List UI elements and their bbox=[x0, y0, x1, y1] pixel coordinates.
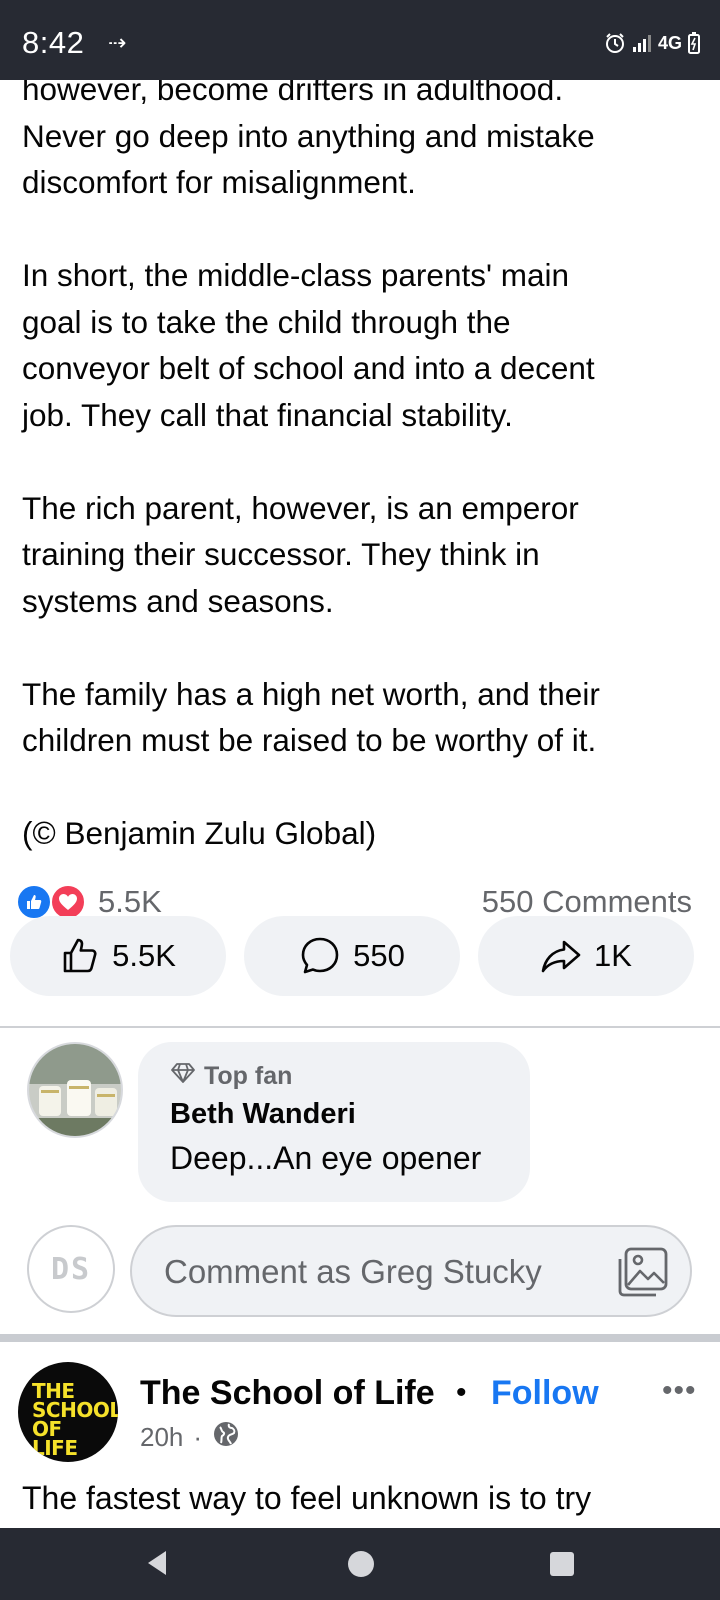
divider bbox=[0, 1026, 720, 1028]
comment-bubble-icon bbox=[299, 935, 341, 977]
more-options-icon[interactable]: ••• bbox=[662, 1374, 697, 1408]
comment-author[interactable]: Beth Wanderi bbox=[170, 1098, 356, 1131]
avatar-initials: DS bbox=[50, 1251, 92, 1287]
system-nav-bar bbox=[0, 1528, 720, 1600]
next-post-text: The fastest way to feel unknown is to tr… bbox=[22, 1480, 592, 1516]
like-reaction-icon bbox=[16, 884, 52, 920]
current-user-avatar[interactable]: DS bbox=[27, 1225, 115, 1313]
post-paragraph: In short, the middle-class parents' main… bbox=[22, 257, 595, 433]
like-button[interactable]: 5.5K bbox=[10, 916, 226, 996]
comment-button[interactable]: 550 bbox=[244, 916, 460, 996]
commenter-avatar[interactable] bbox=[27, 1042, 123, 1138]
post-body: however, become drifters in adulthood. N… bbox=[22, 66, 702, 857]
status-icons: 4G bbox=[604, 32, 700, 54]
home-icon[interactable] bbox=[348, 1551, 374, 1577]
post-time[interactable]: 20h bbox=[140, 1422, 183, 1453]
love-reaction-icon bbox=[50, 884, 86, 920]
network-type: 4G bbox=[657, 32, 682, 53]
share-button[interactable]: 1K bbox=[478, 916, 694, 996]
globe-icon bbox=[212, 1420, 240, 1455]
page-logo-text: THE SCHOOL OF LIFE bbox=[32, 1379, 118, 1460]
photo-icon[interactable] bbox=[616, 1245, 672, 1304]
post-credit: (© Benjamin Zulu Global) bbox=[22, 815, 377, 851]
name-separator: • bbox=[456, 1376, 467, 1409]
share-arrow-icon bbox=[540, 936, 582, 976]
thumbs-up-icon bbox=[60, 936, 100, 976]
post-paragraph: The family has a high net worth, and the… bbox=[22, 675, 600, 759]
status-bar: 8:42 ⇢ 4G bbox=[0, 0, 720, 80]
missed-call-icon: ⇢ bbox=[108, 30, 127, 55]
follow-button[interactable]: Follow bbox=[491, 1374, 599, 1413]
status-time: 8:42 bbox=[22, 25, 85, 60]
comment-bubble[interactable]: Top fan Beth Wanderi Deep...An eye opene… bbox=[138, 1042, 530, 1202]
post-meta: 20h · bbox=[140, 1420, 240, 1455]
share-count: 1K bbox=[594, 938, 632, 973]
like-count: 5.5K bbox=[112, 938, 176, 973]
comment-count: 550 bbox=[353, 938, 405, 973]
alarm-icon bbox=[604, 32, 626, 54]
page-name[interactable]: The School of Life bbox=[140, 1374, 435, 1413]
reaction-icons[interactable] bbox=[16, 884, 92, 920]
signal-icon bbox=[632, 33, 652, 53]
diamond-icon bbox=[170, 1062, 196, 1091]
post-paragraph: however, become drifters in adulthood. N… bbox=[22, 71, 595, 200]
reactions-count[interactable]: 5.5K bbox=[98, 884, 162, 920]
top-fan-label: Top fan bbox=[204, 1062, 293, 1090]
comment-input[interactable]: Comment as Greg Stucky bbox=[130, 1225, 692, 1317]
recents-icon[interactable] bbox=[550, 1552, 574, 1576]
post-actions: 5.5K 550 1K bbox=[10, 916, 700, 996]
battery-icon bbox=[688, 32, 700, 54]
page-logo[interactable]: THE SCHOOL OF LIFE bbox=[18, 1362, 118, 1462]
post-paragraph: The rich parent, however, is an emperor … bbox=[22, 489, 579, 619]
comment-text: Deep...An eye opener bbox=[170, 1140, 482, 1176]
back-icon[interactable] bbox=[146, 1550, 168, 1581]
meta-separator: · bbox=[193, 1422, 203, 1452]
comments-count-link[interactable]: 550 Comments bbox=[482, 884, 692, 920]
feed-separator bbox=[0, 1334, 720, 1342]
top-fan-badge: Top fan bbox=[170, 1062, 292, 1091]
comment-input-placeholder: Comment as Greg Stucky bbox=[164, 1253, 542, 1290]
